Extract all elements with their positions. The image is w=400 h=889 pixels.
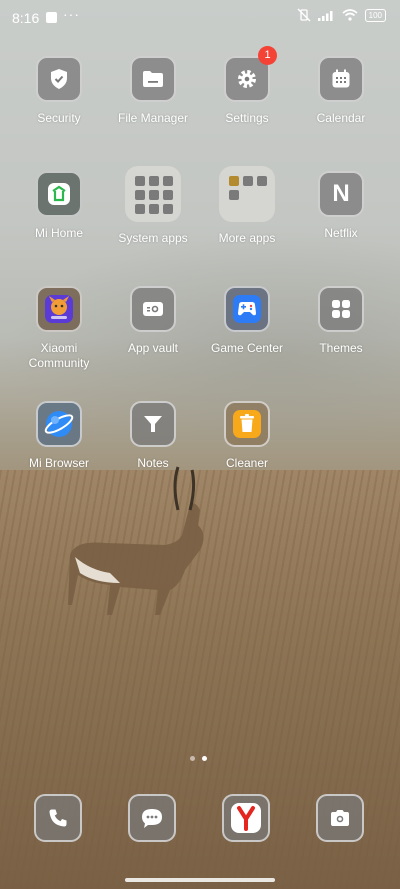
mi-home-icon [36,171,82,217]
themes-icon [318,286,364,332]
app-label: File Manager [117,111,189,125]
app-label: Mi Browser [28,456,89,470]
signal-icon [317,11,333,21]
status-time: 8:16 [12,10,40,26]
trash-icon [224,401,270,447]
notification-badge: 1 [258,46,277,65]
folder-icon [130,56,176,102]
app-label: Cleaner [225,456,269,470]
page-indicator[interactable] [190,756,207,761]
app-themes[interactable]: Themes [294,286,388,356]
gazelle-wallpaper-image [68,466,204,615]
app-label: System apps [118,231,188,245]
app-label: Netflix [324,226,358,240]
app-mi-home[interactable]: Mi Home [12,171,106,241]
globe-icon [36,401,82,447]
message-icon [128,794,176,842]
app-game-center[interactable]: Game Center [200,286,294,356]
app-netflix[interactable]: N Netflix [294,171,388,241]
camera-icon [316,794,364,842]
dock-phone[interactable] [11,794,105,842]
app-label: Game Center [210,341,284,355]
app-label: More apps [218,231,276,245]
app-security[interactable]: Security [12,56,106,126]
app-label: Xiaomi Community [28,341,90,370]
folder-system-apps[interactable]: System apps [106,166,200,246]
app-label: Mi Home [34,226,83,240]
app-label: Notes [137,456,169,470]
gamepad-icon [224,286,270,332]
xiaomi-community-icon [36,286,82,332]
battery-icon: 100 [364,8,386,22]
page-dot-active[interactable] [202,756,207,761]
wifi-icon [342,9,358,21]
app-label: Calendar [316,111,366,125]
app-app-vault[interactable]: App vault [106,286,200,356]
yandex-icon [222,794,270,842]
folder-grid-icon [125,166,181,222]
folder-more-apps[interactable]: More apps [200,166,294,246]
app-label: Settings [225,111,269,125]
app-calendar[interactable]: Calendar [294,56,388,126]
notes-icon [130,401,176,447]
dock-messages[interactable] [105,794,199,842]
page-dot[interactable] [190,756,195,761]
more-notifications-indicator: ··· [63,6,80,22]
app-label: App vault [127,341,179,355]
app-settings[interactable]: 1 Settings [200,46,294,126]
vibrate-off-icon [297,8,311,22]
app-cleaner[interactable]: Cleaner [200,401,294,471]
status-bar: 8:16 ··· 100 [0,0,400,36]
home-gesture-bar[interactable] [125,878,275,882]
app-vault-icon [130,286,176,332]
app-file-manager[interactable]: File Manager [106,56,200,126]
calendar-icon [318,56,364,102]
gear-icon: 1 [224,46,277,102]
app-label: Themes [319,341,363,355]
shield-check-icon [36,56,82,102]
app-mi-browser[interactable]: Mi Browser [12,401,106,471]
app-label: Security [37,111,81,125]
app-xiaomi-community[interactable]: Xiaomi Community [12,286,106,371]
folder-grid-icon [219,166,275,222]
phone-icon [34,794,82,842]
netflix-icon: N [318,171,364,217]
dock-yandex-browser[interactable] [199,794,293,842]
dock-camera[interactable] [293,794,387,842]
app-notes[interactable]: Notes [106,401,200,471]
notification-icon [46,12,57,23]
